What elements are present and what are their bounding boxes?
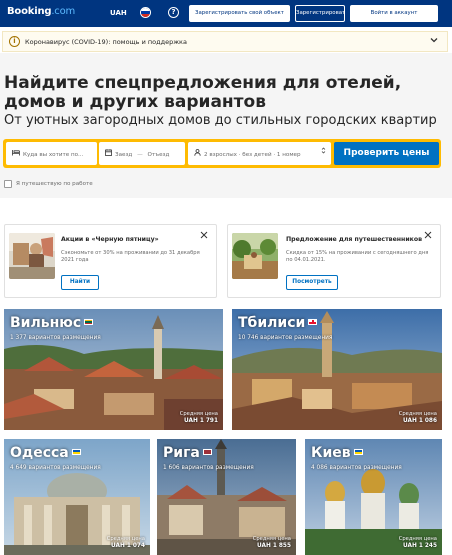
- bed-icon: [12, 142, 20, 165]
- destination-price: Средняя цена UAH 1 245: [398, 536, 437, 549]
- destination-count: 1 377 вариантов размещения: [10, 335, 101, 341]
- destination-name: Одесса: [10, 445, 81, 461]
- covid-text: Коронавирус (COVID-19): помощь и поддерж…: [25, 38, 187, 46]
- destination-price: Средняя цена UAH 1 791: [179, 411, 218, 424]
- flag-ru-icon[interactable]: [140, 7, 151, 18]
- promo-card-black-friday: Акции в «Черную пятницу» Сэкономьте от 3…: [4, 224, 217, 298]
- date-separator: —: [137, 152, 143, 158]
- destination-tile-kyiv[interactable]: Киев 4 086 вариантов размещения Средняя …: [305, 439, 442, 555]
- destination-price: Средняя цена UAH 1 855: [252, 536, 291, 549]
- destination-name: Вильнюс: [10, 315, 94, 331]
- work-travel-label: Я путешествую по работе: [16, 181, 93, 187]
- covid-banner[interactable]: i Коронавирус (COVID-19): помощь и подде…: [2, 31, 448, 52]
- close-icon[interactable]: [424, 231, 432, 242]
- sign-in-button[interactable]: Войти в аккаунт: [350, 5, 438, 22]
- destination-name: Тбилиси: [238, 315, 318, 331]
- destination-name: Киев: [311, 445, 363, 461]
- promo-title: Предложение для путешественников: [286, 236, 423, 243]
- page-subtitle: От уютных загородных домов до стильных г…: [4, 113, 437, 128]
- checkin-label: Заезд: [115, 152, 133, 158]
- flag-ua-icon: [353, 449, 363, 455]
- top-header: Booking.com UAH ? Зарегистрировать свой …: [0, 0, 452, 27]
- promo-description: Скидка от 15% на проживании с сегодняшне…: [286, 250, 429, 263]
- help-icon[interactable]: ?: [168, 7, 179, 18]
- destination-price: Средняя цена UAH 1 086: [398, 411, 437, 424]
- booking-logo[interactable]: Booking.com: [7, 6, 75, 17]
- promo-find-button[interactable]: Найти: [61, 275, 99, 290]
- destination-name: Рига: [163, 445, 212, 461]
- calendar-icon: [105, 142, 112, 165]
- work-travel-checkbox[interactable]: [4, 180, 12, 188]
- dates-field[interactable]: Заезд — Отъезд: [99, 142, 185, 165]
- register-button[interactable]: Зарегистрироваться: [295, 5, 345, 22]
- destination-count: 4 086 вариантов размещения: [311, 465, 402, 471]
- destination-tile-tbilisi[interactable]: Тбилиси 10 746 вариантов размещения Сред…: [232, 309, 442, 430]
- promo-description: Сэкономьте от 30% на проживании до 31 де…: [61, 250, 200, 263]
- flag-ua-icon: [71, 449, 81, 455]
- currency-selector[interactable]: UAH: [110, 9, 127, 17]
- flag-ge-icon: [308, 319, 318, 325]
- promo-title: Акции в «Черную пятницу»: [61, 236, 159, 243]
- info-icon: i: [9, 36, 20, 47]
- person-icon: [194, 142, 201, 165]
- close-icon[interactable]: [200, 231, 208, 242]
- destination-tile-vilnius[interactable]: Вильнюс 1 377 вариантов размещения Средн…: [4, 309, 223, 430]
- page-title: Найдите спецпредложения для отелей, домо…: [4, 73, 402, 112]
- destination-count: 4 649 вариантов размещения: [10, 465, 101, 471]
- flag-lv-icon: [202, 449, 212, 455]
- guests-field[interactable]: 2 взрослых · без детей · 1 номер: [188, 142, 331, 165]
- checkout-label: Отъезд: [147, 152, 170, 158]
- guests-dropdown-icon: [321, 142, 326, 165]
- destination-input[interactable]: Куда вы хотите по...: [6, 142, 97, 165]
- search-submit-button[interactable]: Проверить цены: [334, 142, 439, 165]
- register-property-button[interactable]: Зарегистрировать свой объект: [189, 5, 290, 22]
- promo-card-traveler: Предложение для путешественников Скидка …: [227, 224, 441, 298]
- flag-lt-icon: [84, 319, 94, 325]
- promo-image-black-friday: [9, 233, 55, 279]
- destination-price: Средняя цена UAH 1 074: [106, 536, 145, 549]
- destination-tile-odessa[interactable]: Одесса 4 649 вариантов размещения Средня…: [4, 439, 150, 555]
- destination-tile-riga[interactable]: Рига 1 606 вариантов размещения Средняя …: [157, 439, 296, 555]
- destination-count: 10 746 вариантов размещения: [238, 335, 333, 341]
- destination-count: 1 606 вариантов размещения: [163, 465, 254, 471]
- chevron-down-icon[interactable]: [429, 35, 439, 48]
- promo-image-traveler: [232, 233, 278, 279]
- promo-view-button[interactable]: Посмотреть: [286, 275, 338, 290]
